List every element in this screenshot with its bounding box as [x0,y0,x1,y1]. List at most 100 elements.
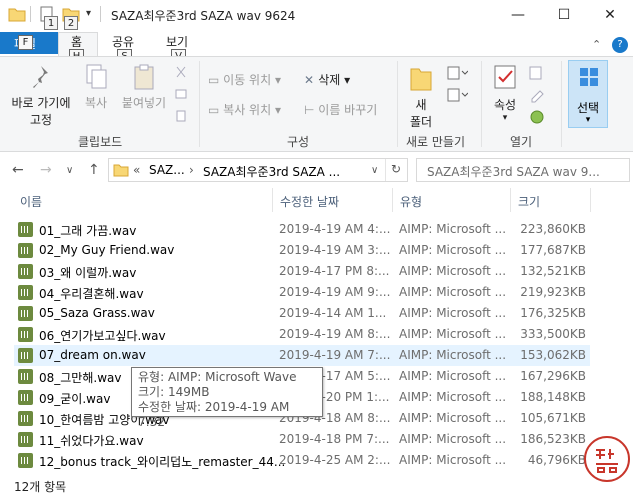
delete-icon: ✕ [304,73,319,87]
pin-label-1: 바로 가기에 [11,96,71,110]
file-row[interactable]: 04_우리결혼해.wav 2019-4-19 AM 9:... AIMP: Mi… [14,282,590,303]
up-button[interactable]: ↑ [88,162,100,178]
breadcrumb-item[interactable]: SAZ... [149,163,185,177]
column-date-header[interactable]: 수정한 날짜 [280,193,339,210]
copy-button[interactable]: 복사 [80,63,112,111]
tab-view[interactable]: 보기 [166,33,188,50]
wav-file-icon [18,432,33,447]
search-placeholder: SAZA최우준3rd SAZA wav 9... [427,165,600,179]
address-bar[interactable]: « SAZ... › SAZA최우준3rd SAZA ... ∨ ↻ [108,158,408,182]
ribbon-home: 바로 가기에 고정 복사 붙여넣기 클립보드 ▭ 이동 위치 ▾ ▭ 복사 위치… [0,56,633,152]
file-row[interactable]: 05_Saza Grass.wav 2019-4-14 AM 1... AIMP… [14,303,590,324]
file-size: 176,325KB [520,306,586,320]
breadcrumb-separator[interactable]: › [189,163,194,177]
file-name: 02_My Guy Friend.wav [39,243,175,257]
new-folder-label-1: 새 [415,98,427,112]
delete-button[interactable]: ✕ 삭제 ▾ [304,71,350,88]
column-size-header[interactable]: 크기 [518,193,540,210]
keytip-2: 2 [64,16,78,30]
properties-button[interactable]: 속성 ▾ [488,63,522,123]
file-row[interactable]: 01_그래 가끔.wav 2019-4-19 AM 4:... AIMP: Mi… [14,219,590,240]
easy-access-icon[interactable] [446,87,468,103]
edit-icon[interactable] [528,87,550,103]
paste-button[interactable]: 붙여넣기 [118,63,170,111]
refresh-button[interactable]: ↻ [391,162,401,176]
file-name: 01_그래 가끔.wav [39,224,137,238]
file-date: 2019-4-19 AM 3:... [279,243,391,257]
collapse-ribbon-icon[interactable]: ⌃ [592,38,601,51]
copy-to-icon: ▭ [208,103,224,117]
file-date: 2019-4-19 AM 8:... [279,327,391,341]
pin-to-quick-access-button[interactable]: 바로 가기에 고정 [6,63,76,128]
breadcrumb-overflow[interactable]: « [133,163,140,177]
file-info-tooltip: 유형: AIMP: Microsoft Wave 크기: 149MB 수정한 날… [131,367,323,429]
file-row[interactable]: 12_bonus track_와이리덥노_remaster_44... 2019… [14,450,590,471]
tab-share[interactable]: 공유 [112,33,134,50]
file-size: 105,671KB [520,411,586,425]
move-to-button[interactable]: ▭ 이동 위치 ▾ [208,71,281,88]
maximize-button[interactable]: ☐ [541,0,587,30]
paste-shortcut-icon[interactable] [174,109,188,123]
close-button[interactable]: ✕ [587,0,633,30]
title-bar: 1 2 ▾ SAZA최우준3rd SAZA wav 9624 — ☐ ✕ [0,0,633,30]
open-icon[interactable] [528,65,550,81]
rename-button[interactable]: ⊢ 이름 바꾸기 [304,101,377,118]
separator [561,61,562,147]
column-name-header[interactable]: 이름 [20,193,42,210]
properties-label: 속성 [493,98,517,112]
recent-locations-button[interactable]: ∨ [66,165,73,176]
file-size: 46,796KB [527,453,586,467]
rename-label: 이름 바꾸기 [318,103,378,117]
column-type-header[interactable]: 유형 [400,193,422,210]
new-folder-button[interactable]: 새 폴더 [404,63,438,130]
column-headers: 이름 수정한 날짜 유형 크기 [0,188,633,212]
address-row: ← → ∨ ↑ « SAZ... › SAZA최우준3rd SAZA ... ∨… [0,152,633,188]
organize-group-label: 구성 [287,135,310,149]
file-size: 153,062KB [520,348,586,362]
copy-to-button[interactable]: ▭ 복사 위치 ▾ [208,101,281,118]
new-item-icon[interactable] [446,65,468,81]
minimize-button[interactable]: — [495,0,541,30]
file-name: 12_bonus track_와이리덥노_remaster_44... [39,455,286,469]
history-icon[interactable] [528,109,550,125]
tooltip-size: 크기: 149MB [138,385,210,399]
select-dropdown-icon: ▾ [585,115,591,125]
file-date: 2019-4-19 AM 4:... [279,222,391,236]
open-group-label: 열기 [510,135,533,149]
address-dropdown-icon[interactable]: ∨ [371,165,378,176]
file-date: 2019-4-18 PM 7:... [279,432,390,446]
tab-file[interactable]: 파일 F [0,32,58,54]
copy-path-icon[interactable] [174,87,188,101]
wav-file-icon [18,243,33,258]
keytip-file: F [18,35,33,50]
paste-icon [134,64,154,90]
file-row[interactable]: 06_연기가보고싶다.wav 2019-4-19 AM 8:... AIMP: … [14,324,590,345]
paste-label: 붙여넣기 [121,96,167,110]
select-label: 선택 [576,101,600,115]
column-divider[interactable] [510,188,511,212]
pin-icon [33,66,48,88]
file-row[interactable]: 03_왜 이럴까.wav 2019-4-17 PM 8:... AIMP: Mi… [14,261,590,282]
customize-quick-access-icon[interactable]: ▾ [86,8,91,19]
clipboard-group-label: 클립보드 [78,135,123,149]
back-button[interactable]: ← [12,162,24,178]
breadcrumb-item[interactable]: SAZA최우준3rd SAZA ... [203,163,340,180]
file-row-hovered[interactable]: 07_dream on.wav 2019-4-19 AM 7:... AIMP:… [14,345,590,366]
file-name: 07_dream on.wav [39,348,146,362]
cut-icon[interactable] [174,65,188,79]
ribbon-tabs: 파일 F 홈 H 공유 S 보기 V ⌃ ? [0,30,633,64]
select-grid-icon [580,68,598,86]
file-row[interactable]: 02_My Guy Friend.wav 2019-4-19 AM 3:... … [14,240,590,261]
column-divider[interactable] [590,188,591,212]
select-button[interactable]: 선택 ▾ [568,60,608,128]
search-input[interactable]: SAZA최우준3rd SAZA wav 9... [416,158,630,182]
column-divider[interactable] [392,188,393,212]
folder-icon [113,164,129,177]
window-title: SAZA최우준3rd SAZA wav 9624 [111,9,296,23]
help-icon[interactable]: ? [612,37,628,53]
column-divider[interactable] [272,188,273,212]
copy-icon [86,64,107,89]
forward-button[interactable]: → [40,162,52,178]
file-name: 05_Saza Grass.wav [39,306,155,320]
file-row[interactable]: 11_쉬었다가요.wav 2019-4-18 PM 7:... AIMP: Mi… [14,429,590,450]
